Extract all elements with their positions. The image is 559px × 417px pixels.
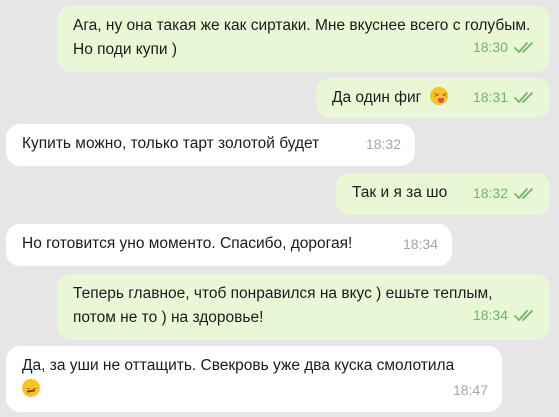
message-meta: 18:30 (473, 38, 536, 56)
message-bubble-outgoing[interactable]: Ага, ну она такая же как сиртаки. Мне вк… (57, 6, 550, 72)
message-bubble-incoming[interactable]: Но готовится уно моменто. Спасибо, дорог… (6, 224, 452, 266)
message-meta: 18:34 (403, 235, 438, 253)
message-meta: 18:31 (473, 88, 536, 106)
double-check-icon (514, 310, 533, 321)
message-time: 18:31 (472, 89, 508, 105)
message-time: 18:32 (365, 136, 401, 152)
message-bubble-outgoing[interactable]: Так и я за шо 18:32 (336, 173, 550, 215)
message-meta: 18:32 (473, 184, 536, 202)
message-text: Да один фиг (332, 89, 422, 106)
message-text: Купить можно, только тарт золотой будет (22, 135, 320, 152)
message-text: Да, за уши не оттащить. Свекровь уже два… (22, 357, 455, 374)
message-time: 18:30 (472, 39, 508, 55)
message-time: 18:47 (452, 382, 488, 398)
squinting-tongue-emoji: > < (429, 87, 448, 105)
double-check-icon (514, 92, 533, 103)
message-meta: 18:34 (473, 306, 536, 324)
message-text: Но готовится уно моменто. Спасибо, дорог… (22, 235, 353, 252)
double-check-icon (514, 42, 533, 53)
message-meta: 18:47 (453, 381, 488, 399)
message-text: Ага, ну она такая же как сиртаки. Мне вк… (73, 17, 531, 58)
double-check-icon (514, 188, 533, 199)
message-time: 18:32 (472, 185, 508, 201)
message-bubble-incoming[interactable]: Купить можно, только тарт золотой будет … (6, 124, 415, 166)
message-text: Так и я за шо (352, 184, 448, 201)
message-time: 18:34 (472, 307, 508, 323)
message-bubble-incoming[interactable]: Да, за уши не оттащить. Свекровь уже два… (6, 346, 502, 412)
message-meta: 18:32 (366, 135, 401, 153)
message-text: Теперь главное, чтоб понравился на вкус … (73, 285, 493, 326)
message-bubble-outgoing[interactable]: Да один фиг > < 18:31 (316, 78, 550, 118)
smirking-face-emoji: ‒ ‒ (22, 379, 40, 397)
message-bubble-outgoing[interactable]: Теперь главное, чтоб понравился на вкус … (57, 274, 550, 340)
message-time: 18:34 (402, 236, 438, 252)
